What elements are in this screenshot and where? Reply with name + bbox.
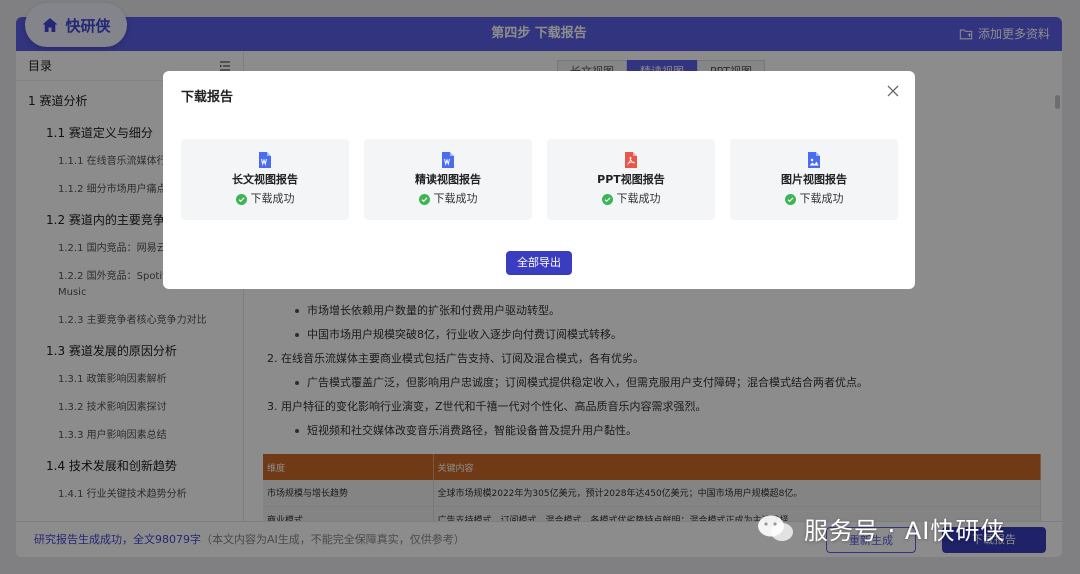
- card-title: 精读视图报告: [415, 173, 481, 186]
- download-status: 下载成功: [601, 190, 661, 208]
- status-label: 下载成功: [799, 192, 844, 205]
- download-card[interactable]: 长文视图报告下载成功: [181, 139, 349, 220]
- download-card[interactable]: 精读视图报告下载成功: [364, 139, 532, 220]
- word-doc-icon: [442, 152, 454, 168]
- download-status: 下载成功: [418, 190, 478, 208]
- download-cards: 长文视图报告 下载成功 精读视图报告 下载成功 PPT视图报告 下载成功 图片视图报告 下载成…: [181, 139, 898, 220]
- download-card[interactable]: PPT视图报告下载成功: [547, 139, 715, 220]
- check-circle-icon: [601, 193, 613, 205]
- watermark-text: 服务号 · AI快研侠: [804, 517, 1006, 545]
- status-label: 下载成功: [616, 192, 661, 205]
- card-title: 图片视图报告: [781, 173, 847, 186]
- download-dialog: 下载报告 长文视图报告 下载成功 精读视图报告 下载成功 PPT视图报告 下载成功 图片视图…: [163, 71, 915, 289]
- status-label: 下载成功: [250, 192, 295, 205]
- check-circle-icon: [418, 193, 430, 205]
- wechat-watermark: 服务号 · AI快研侠: [756, 511, 1005, 546]
- card-title: PPT视图报告: [597, 173, 665, 186]
- card-title: 长文视图报告: [232, 173, 298, 186]
- image-doc-icon: [808, 152, 820, 168]
- check-circle-icon: [235, 193, 247, 205]
- dialog-title: 下载报告: [181, 90, 234, 105]
- word-doc-icon: [259, 152, 271, 168]
- pdf-doc-icon: [625, 152, 637, 168]
- close-icon[interactable]: [885, 83, 901, 99]
- wechat-icon: [758, 515, 793, 541]
- download-card[interactable]: 图片视图报告下载成功: [730, 139, 898, 220]
- check-circle-icon: [784, 193, 796, 205]
- export-all-button[interactable]: 全部导出: [506, 251, 572, 275]
- status-label: 下载成功: [433, 192, 478, 205]
- download-status: 下载成功: [235, 190, 295, 208]
- download-status: 下载成功: [784, 190, 844, 208]
